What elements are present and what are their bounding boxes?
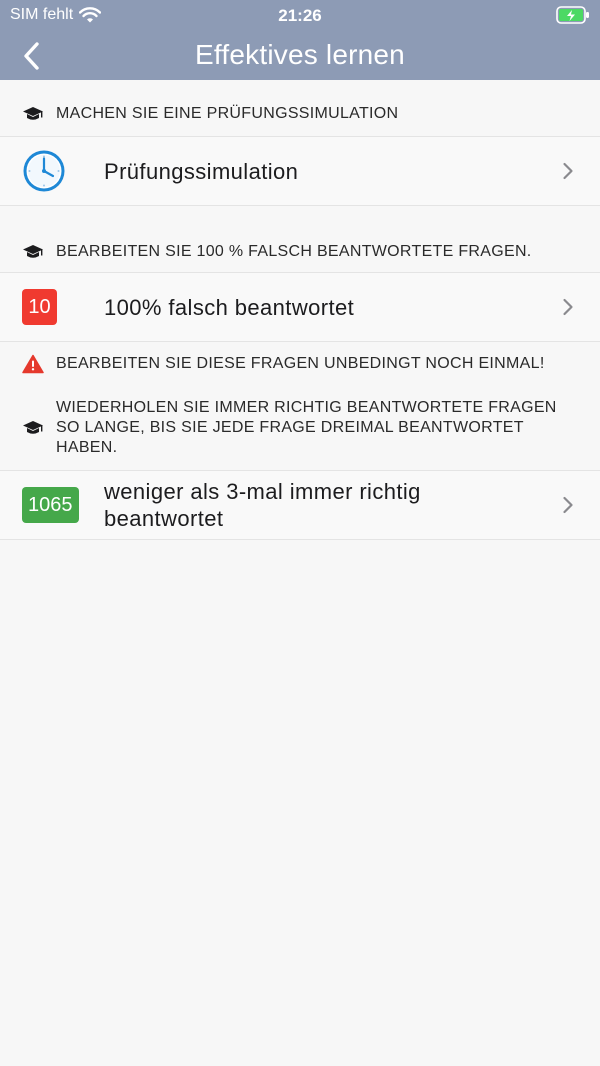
warning-icon — [22, 354, 44, 374]
chevron-right-icon — [558, 496, 578, 514]
warning-label: BEARBEITEN SIE DIESE FRAGEN UNBEDINGT NO… — [56, 355, 545, 372]
battery-charging-icon — [556, 5, 590, 30]
list-item-label-line: weniger als 3-mal immer richtig — [104, 479, 421, 504]
main-content: MACHEN SIE EINE PRÜFUNGSSIMULATION Prüfu… — [0, 80, 600, 540]
section-header-label: MACHEN SIE EINE PRÜFUNGSSIMULATION — [56, 105, 399, 122]
section-header-wrong: BEARBEITEN SIE 100 % FALSCH BEANTWORTETE… — [0, 206, 600, 272]
list-item-less-than-3-correct[interactable]: 1065 weniger als 3-mal immer richtig bea… — [0, 470, 600, 540]
chevron-right-icon — [558, 162, 578, 180]
list-item-pruefungssimulation[interactable]: Prüfungssimulation — [0, 136, 600, 206]
top-header: SIM fehlt 21:26 Effektives lernen — [0, 0, 600, 80]
section-header-line: HABEN. — [56, 439, 118, 456]
warning-message: BEARBEITEN SIE DIESE FRAGEN UNBEDINGT NO… — [0, 342, 600, 386]
clock-icon — [23, 150, 65, 192]
count-badge-wrong: 10 — [22, 289, 57, 325]
graduation-cap-icon — [22, 106, 44, 122]
section-header-label: BEARBEITEN SIE 100 % FALSCH BEANTWORTETE… — [56, 243, 532, 260]
list-item-label: weniger als 3-mal immer richtig beantwor… — [84, 478, 558, 532]
status-bar: SIM fehlt 21:26 — [0, 0, 600, 30]
page-title: Effektives lernen — [195, 39, 405, 70]
section-header-line: WIEDERHOLEN SIE IMMER RICHTIG BEANTWORTE… — [56, 399, 557, 416]
list-item-100-percent-wrong[interactable]: 10 100% falsch beantwortet — [0, 272, 600, 342]
navigation-bar: Effektives lernen — [0, 30, 600, 80]
list-item-label: 100% falsch beantwortet — [104, 294, 355, 320]
section-header-repeat: WIEDERHOLEN SIE IMMER RICHTIG BEANTWORTE… — [0, 386, 600, 470]
chevron-right-icon — [558, 298, 578, 316]
section-header-text: WIEDERHOLEN SIE IMMER RICHTIG BEANTWORTE… — [56, 398, 557, 458]
section-header-line: SO LANGE, BIS SIE JEDE FRAGE DREIMAL BEA… — [56, 419, 524, 436]
list-item-label-line: beantwortet — [104, 506, 224, 531]
list-item-label: Prüfungssimulation — [104, 158, 299, 184]
graduation-cap-icon — [22, 420, 44, 436]
graduation-cap-icon — [22, 244, 44, 260]
count-badge-repeat: 1065 — [22, 487, 79, 523]
status-time: 21:26 — [278, 6, 322, 25]
section-header-simulation: MACHEN SIE EINE PRÜFUNGSSIMULATION — [0, 80, 600, 136]
